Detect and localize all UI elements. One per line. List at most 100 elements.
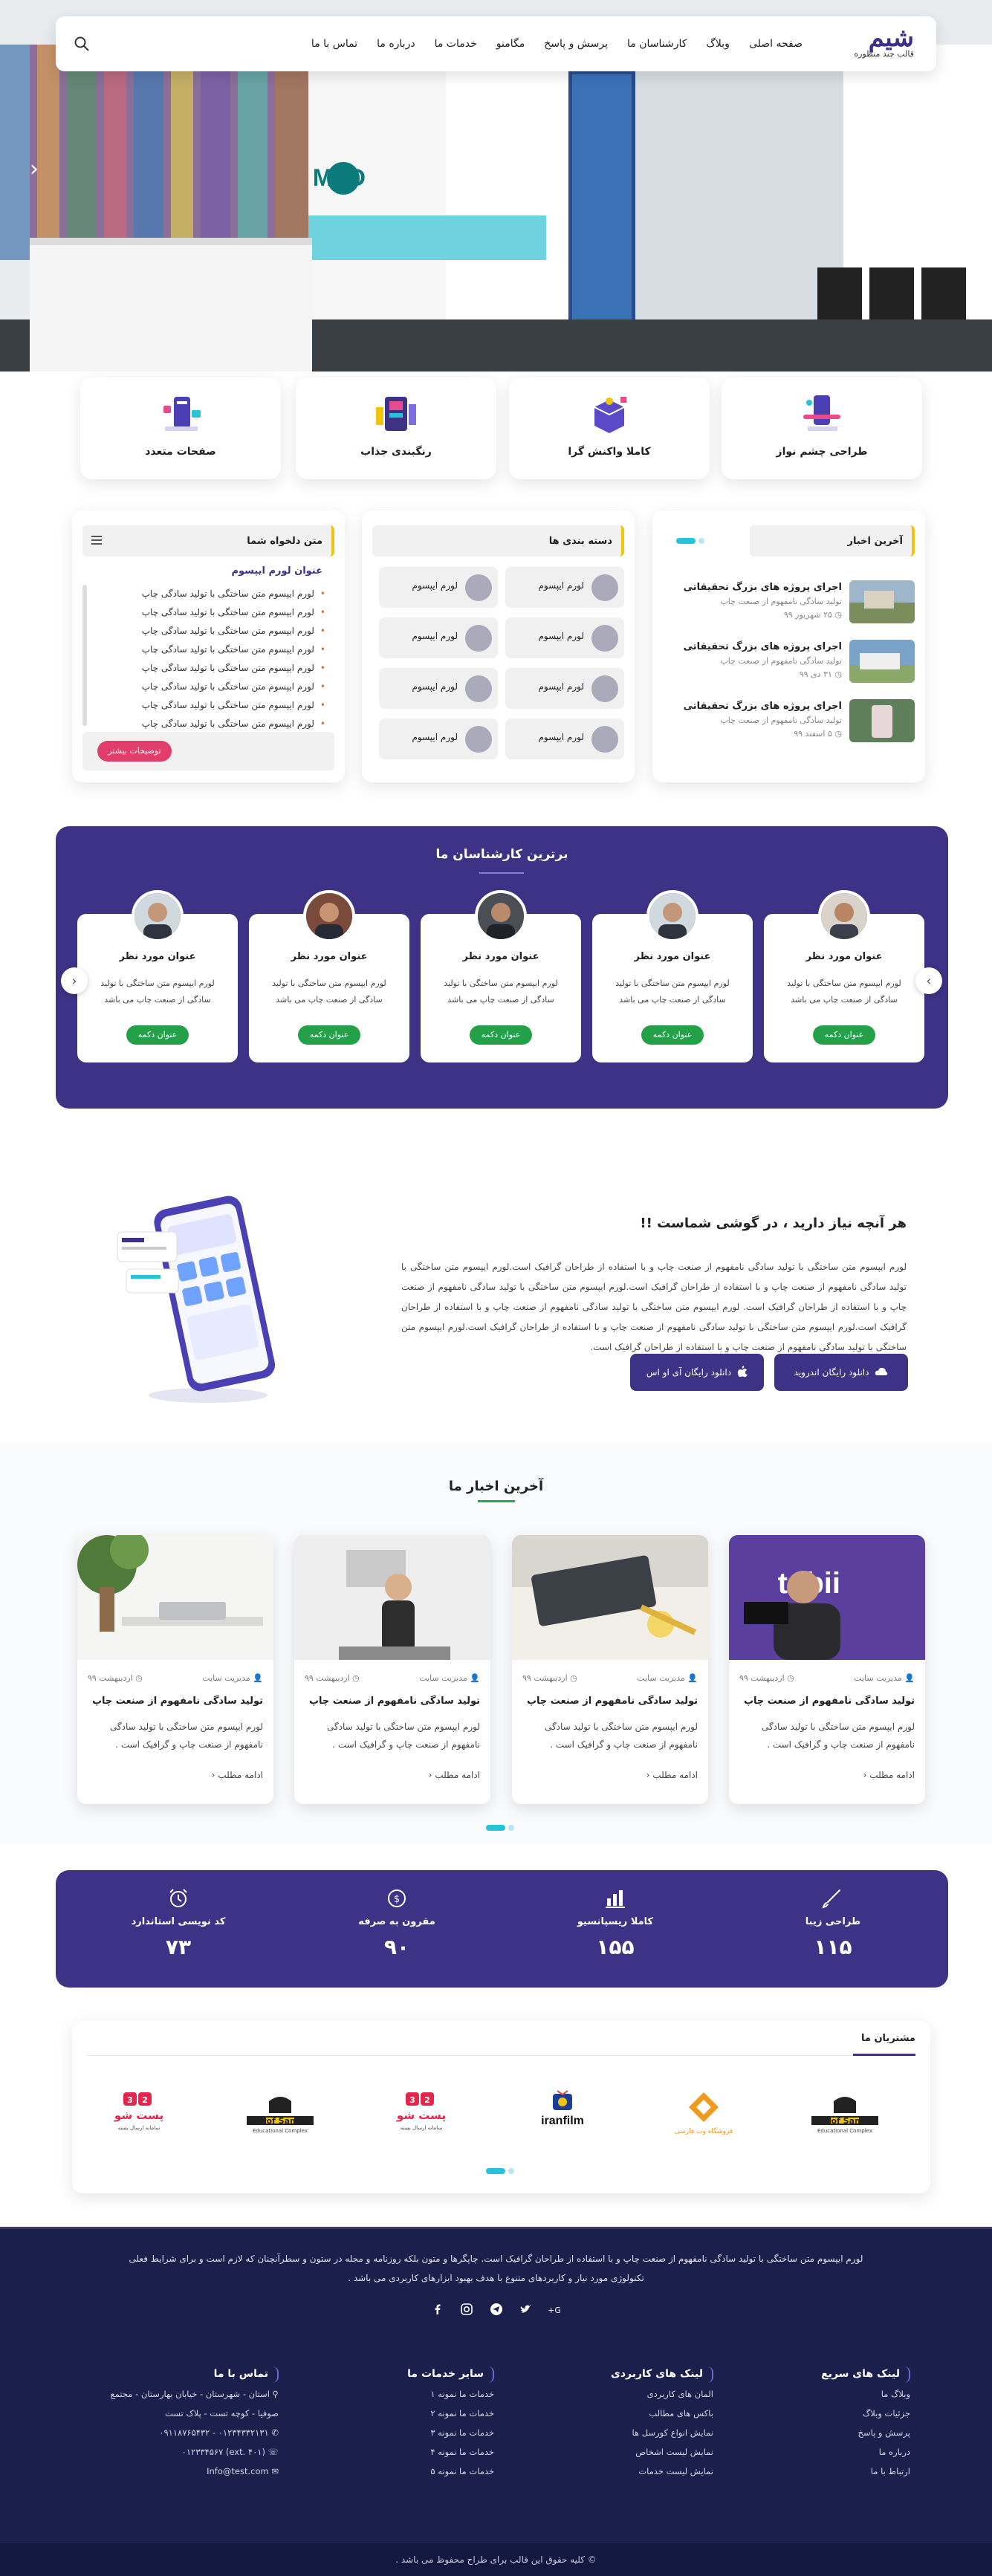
- footer-link[interactable]: خدمات ما نمونه ۲: [331, 2408, 494, 2418]
- twitter-icon[interactable]: [519, 2303, 532, 2316]
- email-text[interactable]: Info@test.com: [207, 2466, 269, 2476]
- footer-link[interactable]: وبلاگ ما: [747, 2389, 910, 2399]
- read-more-link[interactable]: ادامه مطلب ‹: [212, 1770, 263, 1780]
- ios-download-button[interactable]: دانلود رایگان آی او اس: [630, 1354, 764, 1391]
- search-icon[interactable]: [74, 36, 90, 52]
- customers-slider-dots[interactable]: [484, 2168, 516, 2174]
- nav-item-experts[interactable]: کارشناسان ما: [627, 38, 687, 50]
- footer-link[interactable]: نمایش لیست خدمات: [550, 2466, 713, 2476]
- customer-logo[interactable]: فروشگاه وب فارسی: [663, 2088, 745, 2147]
- customer-logo[interactable]: 32 پست شو سامانه ارسال بسته: [380, 2088, 462, 2147]
- expert-button[interactable]: عنوان دکمه: [641, 1025, 704, 1045]
- news-list-item[interactable]: اجرای پروژه های بزرگ تحقیقاتی تولید سادگ…: [662, 699, 915, 751]
- expert-card[interactable]: عنوان مورد نظر لورم ایپسوم متن ساختگی با…: [421, 890, 581, 1062]
- news-card[interactable]: 👤 مدیریت سایت ◷ اردیبهشت ۹۹ تولید سادگی ن…: [294, 1535, 490, 1804]
- nav-item-blog[interactable]: وبلاگ: [706, 38, 730, 50]
- read-more-link[interactable]: ادامه مطلب ‹: [429, 1770, 480, 1780]
- feature-card[interactable]: کاملا واکنش گرا: [509, 377, 710, 479]
- widget-slider-dots[interactable]: [675, 538, 706, 544]
- customer-logo[interactable]: Prof Samii Educational Complex: [804, 2088, 886, 2147]
- customer-logo[interactable]: iranfilm: [522, 2088, 603, 2147]
- site-logo[interactable]: شیم قالب چند منظوره: [825, 24, 914, 64]
- category-avatar: [465, 726, 492, 753]
- phone-text[interactable]: ۰۱۲۳۴۳۳۲۱۳۱ - ۰۹۱۱۸۷۶۵۴۳۲: [159, 2427, 268, 2438]
- nav-item-home[interactable]: صفحه اصلی: [749, 38, 803, 50]
- expert-card[interactable]: عنوان مورد نظر لورم ایپسوم متن ساختگی با…: [764, 890, 924, 1062]
- footer-link[interactable]: خدمات ما نمونه ۵: [331, 2466, 494, 2476]
- widget-title: دسته بندی ها: [372, 525, 624, 557]
- footer-link[interactable]: نمایش لیست اشخاص: [550, 2447, 713, 2457]
- customer-logo[interactable]: 32 پست شو سامانه ارسال بسته: [98, 2088, 180, 2147]
- read-more-link[interactable]: ادامه مطلب ‹: [646, 1770, 698, 1780]
- category-avatar: [591, 726, 618, 753]
- expert-button[interactable]: عنوان دکمه: [298, 1025, 360, 1045]
- category-item[interactable]: لورم ایپسوم: [505, 668, 624, 709]
- hero-next-arrow-icon[interactable]: ›: [953, 156, 962, 182]
- news-meta: 👤 مدیریت سایت ◷ اردیبهشت ۹۹: [522, 1673, 698, 1687]
- news-list-item[interactable]: اجرای پروژه های بزرگ تحقیقاتی تولید سادگ…: [662, 580, 915, 632]
- hero-prev-arrow-icon[interactable]: ‹: [30, 156, 39, 182]
- more-details-button[interactable]: توضیحات بیشتر: [97, 741, 172, 762]
- read-more-link[interactable]: ادامه مطلب ‹: [863, 1770, 915, 1780]
- custom-text-scroll[interactable]: لورم ایپسوم متن ساختگی با تولید سادگی چا…: [82, 585, 334, 732]
- footer-link[interactable]: درباره ما: [747, 2447, 910, 2457]
- expert-card[interactable]: عنوان مورد نظر لورم ایپسوم متن ساختگی با…: [249, 890, 409, 1062]
- expert-card[interactable]: عنوان مورد نظر لورم ایپسوم متن ساختگی با…: [77, 890, 238, 1062]
- customer-logo[interactable]: Prof Samii Educational Complex: [239, 2088, 321, 2147]
- nav-item-megamenu[interactable]: مگامنو: [496, 38, 525, 50]
- expert-button[interactable]: عنوان دکمه: [813, 1025, 875, 1045]
- news-title[interactable]: تولید سادگی نامفهوم از صنعت چاپ: [309, 1696, 480, 1707]
- footer-link[interactable]: ارتباط با ما: [747, 2466, 910, 2476]
- category-item[interactable]: لورم ایپسوم: [505, 567, 624, 608]
- scrollbar[interactable]: [82, 585, 87, 726]
- feature-card[interactable]: رنگبندی جذاب: [296, 377, 496, 479]
- news-title[interactable]: تولید سادگی نامفهوم از صنعت چاپ: [744, 1696, 915, 1707]
- telegram-icon[interactable]: [490, 2303, 503, 2316]
- news-item-title[interactable]: اجرای پروژه های بزرگ تحقیقاتی: [684, 701, 842, 712]
- google-plus-icon[interactable]: G+: [548, 2303, 561, 2316]
- feature-card[interactable]: طراحی چشم نواز: [722, 377, 922, 479]
- footer-link[interactable]: پرسش و پاسخ: [747, 2427, 910, 2438]
- expert-button[interactable]: عنوان دکمه: [470, 1025, 532, 1045]
- experts-next-icon[interactable]: ›: [915, 967, 942, 994]
- nav-item-contact[interactable]: تماس با ما: [311, 38, 357, 50]
- category-item[interactable]: لورم ایپسوم: [379, 617, 498, 658]
- category-item[interactable]: لورم ایپسوم: [505, 617, 624, 658]
- instagram-icon[interactable]: [460, 2303, 473, 2316]
- news-card[interactable]: tobii 👤 مدیریت سایت ◷ اردیبهشت ۹۹ تولید س…: [729, 1535, 925, 1804]
- news-card[interactable]: 👤 مدیریت سایت ◷ اردیبهشت ۹۹ تولید سادگی ن…: [512, 1535, 708, 1804]
- footer-link[interactable]: المان های کاربردی: [550, 2389, 713, 2399]
- nav-item-faq[interactable]: پرسش و پاسخ: [544, 38, 608, 50]
- footer-link[interactable]: خدمات ما نمونه ۳: [331, 2427, 494, 2438]
- footer-link[interactable]: نمایش انواع کورسل ها: [550, 2427, 713, 2438]
- news-title[interactable]: تولید سادگی نامفهوم از صنعت چاپ: [527, 1696, 698, 1707]
- news-item-title[interactable]: اجرای پروژه های بزرگ تحقیقاتی: [684, 641, 842, 652]
- news-item-date-text: ۵ اسفند ۹۹: [794, 729, 832, 739]
- stats-section: طراحی زیبا ۱۱۵ کاملا ریسپانسیو ۱۵۵ $ مقر…: [56, 1870, 948, 1988]
- footer-link[interactable]: جزئیات وبلاگ: [747, 2408, 910, 2418]
- clock-icon: ◷: [831, 610, 842, 620]
- footer-link[interactable]: خدمات ما نمونه ۱: [331, 2389, 494, 2399]
- footer-link[interactable]: خدمات ما نمونه ۴: [331, 2447, 494, 2457]
- android-download-button[interactable]: دانلود رایگان اندروید: [774, 1354, 908, 1391]
- experts-prev-icon[interactable]: ‹: [61, 967, 88, 994]
- category-item[interactable]: لورم ایپسوم: [379, 668, 498, 709]
- feature-card[interactable]: صفحات متعدد: [80, 377, 281, 479]
- category-item[interactable]: لورم ایپسوم: [379, 567, 498, 608]
- svg-text:MSD: MSD: [313, 164, 366, 191]
- news-list-item[interactable]: اجرای پروژه های بزرگ تحقیقاتی تولید سادگ…: [662, 640, 915, 692]
- category-item[interactable]: لورم ایپسوم: [505, 718, 624, 759]
- facebook-icon[interactable]: [431, 2303, 444, 2316]
- news-title[interactable]: تولید سادگی نامفهوم از صنعت چاپ: [92, 1696, 263, 1707]
- phone-text[interactable]: (ext. ۴۰۱) ۰۱۲۳۳۴۵۶۷: [182, 2447, 265, 2457]
- nav-item-services[interactable]: خدمات ما: [435, 38, 477, 50]
- news-item-title[interactable]: اجرای پروژه های بزرگ تحقیقاتی: [684, 582, 842, 593]
- nav-item-about[interactable]: درباره ما: [377, 38, 415, 50]
- expert-description: لورم ایپسوم متن ساختگی با تولید سادگی از…: [787, 979, 901, 1005]
- category-item[interactable]: لورم ایپسوم: [379, 718, 498, 759]
- footer-link[interactable]: باکس های مطالب: [550, 2408, 713, 2418]
- news-card[interactable]: 👤 مدیریت سایت ◷ اردیبهشت ۹۹ تولید سادگی ن…: [77, 1535, 273, 1804]
- expert-button[interactable]: عنوان دکمه: [126, 1025, 189, 1045]
- news-slider-dots[interactable]: [484, 1825, 516, 1831]
- expert-card[interactable]: عنوان مورد نظر لورم ایپسوم متن ساختگی با…: [592, 890, 753, 1062]
